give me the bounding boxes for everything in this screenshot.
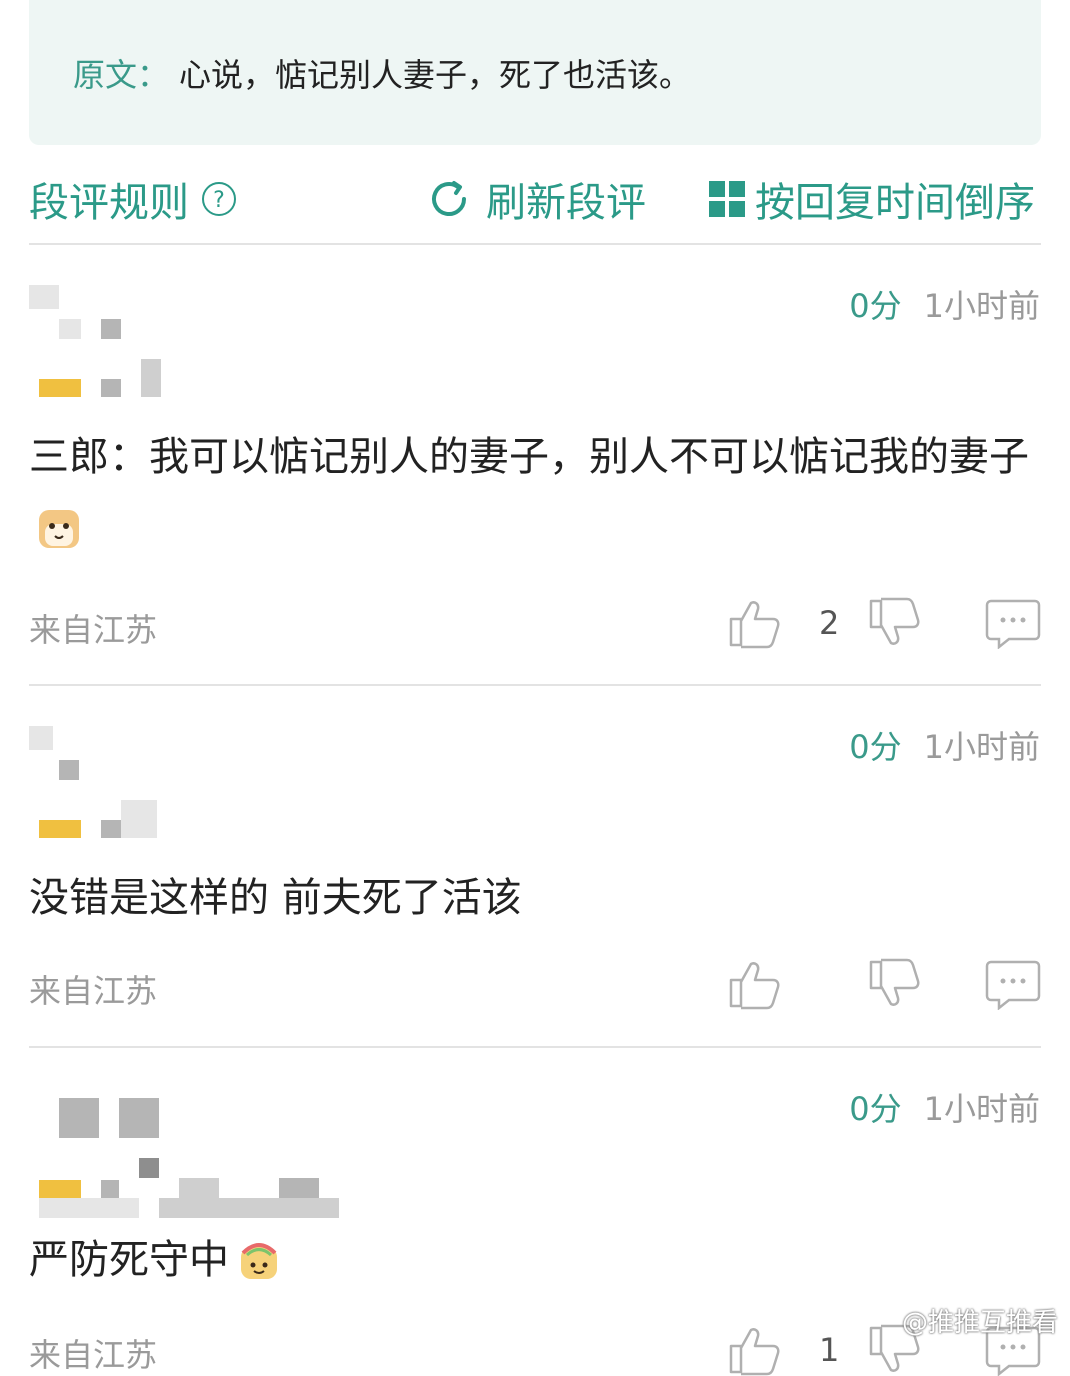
watermark: @推推互推看	[901, 1308, 1058, 1338]
comment-time: 1小时前	[923, 1090, 1040, 1128]
comment-region: 来自江苏	[29, 611, 158, 649]
sort-toggle[interactable]: 按回复时间倒序	[709, 170, 1035, 228]
comment-time: 1小时前	[923, 728, 1040, 766]
refresh-icon	[432, 181, 466, 216]
sort-label: 按回复时间倒序	[755, 180, 1035, 226]
comment-region: 来自江苏	[29, 1336, 158, 1374]
rainbow-emoji-icon	[241, 1243, 277, 1279]
reply-icon[interactable]	[985, 958, 1041, 1010]
shiba-emoji-icon	[39, 510, 79, 548]
comment-score: 0分	[849, 728, 902, 766]
original-text-label: 原文：	[73, 56, 170, 94]
divider	[29, 243, 1041, 245]
comment-time: 1小时前	[923, 287, 1040, 325]
comment-text: 严防死守中	[29, 1224, 1041, 1296]
comment-actions: 2	[727, 597, 1041, 649]
svg-text:?: ?	[213, 188, 225, 213]
refresh-button[interactable]: 刷新段评	[428, 170, 646, 228]
comment-score: 0分	[849, 1090, 902, 1128]
divider	[29, 1046, 1041, 1048]
help-icon[interactable]: ?	[201, 181, 237, 217]
divider	[29, 684, 1041, 686]
comment-rules-link[interactable]: 段评规则 ?	[29, 170, 237, 228]
thumbs-up-icon[interactable]	[727, 958, 783, 1010]
comment-text: 三郎：我可以惦记别人的妻子，别人不可以惦记我的妻子	[29, 421, 1041, 565]
comment-rules-label: 段评规则	[29, 180, 189, 226]
comment-meta: 0分 1小时前	[849, 281, 1040, 327]
grid-icon	[709, 181, 745, 217]
original-text: 心说，惦记别人妻子，死了也活该。	[179, 56, 692, 94]
reply-icon[interactable]	[985, 597, 1041, 649]
comment-text-content: 严防死守中	[29, 1237, 229, 1283]
comment-meta: 0分 1小时前	[849, 1084, 1040, 1130]
like-count: 1	[819, 1331, 840, 1369]
thumbs-up-icon[interactable]	[727, 1324, 783, 1376]
comment-text-content: 三郎：我可以惦记别人的妻子，别人不可以惦记我的妻子	[29, 434, 1029, 480]
original-text-box: 原文： 心说，惦记别人妻子，死了也活该。	[29, 0, 1041, 145]
comment-score: 0分	[849, 287, 902, 325]
thumbs-up-icon[interactable]	[727, 597, 783, 649]
comment-text: 没错是这样的 前夫死了活该	[29, 875, 522, 921]
comment-region: 来自江苏	[29, 972, 158, 1010]
comment-actions	[727, 958, 1041, 1010]
thumbs-down-icon[interactable]	[867, 958, 923, 1010]
like-count: 2	[819, 604, 840, 642]
refresh-label: 刷新段评	[486, 180, 646, 226]
thumbs-down-icon[interactable]	[867, 597, 923, 649]
comment-meta: 0分 1小时前	[849, 722, 1040, 768]
